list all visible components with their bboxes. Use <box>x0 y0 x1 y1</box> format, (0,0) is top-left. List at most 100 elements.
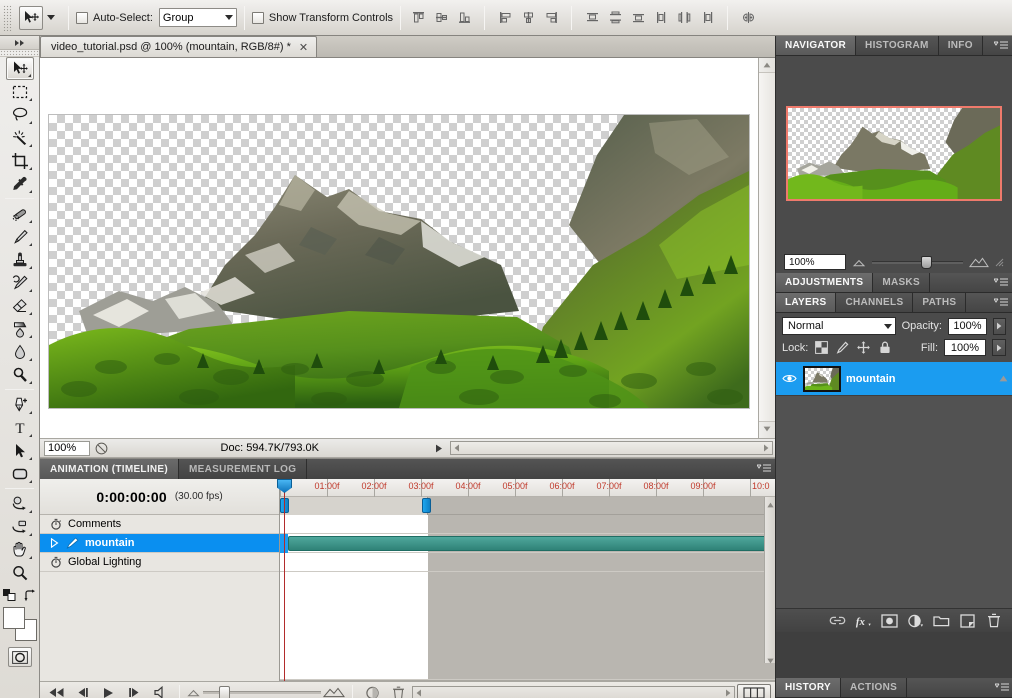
lock-transparent-pixels-icon[interactable] <box>814 340 829 355</box>
playhead[interactable] <box>277 479 292 681</box>
history-brush-flyout-corner[interactable] <box>28 289 32 292</box>
show-transform-controls-checkbox[interactable] <box>251 11 264 24</box>
canvas-viewport[interactable] <box>40 58 775 438</box>
tab-history[interactable]: HISTORY <box>776 678 841 697</box>
eyedropper-tool[interactable] <box>6 172 34 195</box>
speed-slider-knob[interactable] <box>219 685 230 698</box>
blend-mode-chevron-down-icon[interactable] <box>883 323 892 329</box>
timeline-lane-global-lighting[interactable] <box>280 553 775 572</box>
track-row-global-lighting[interactable]: Global Lighting <box>40 553 279 572</box>
gradient-flyout-corner[interactable] <box>28 335 32 338</box>
expand-triangle-icon[interactable] <box>50 538 59 548</box>
layer-duration-bar[interactable] <box>288 536 774 551</box>
dodge-tool[interactable] <box>6 363 34 386</box>
timeline-lane-comments[interactable] <box>280 515 775 534</box>
layer-item-mountain[interactable]: mountain <box>776 362 1012 396</box>
move-tool-icon[interactable] <box>19 5 43 30</box>
3d-object-rotate-tool[interactable] <box>6 492 34 515</box>
quick-mask-mode-button[interactable] <box>7 647 32 667</box>
align-horizontal-centers-button[interactable] <box>518 8 538 28</box>
timeline-scroll-up-icon[interactable] <box>766 499 774 508</box>
timeline-lane-mountain[interactable] <box>280 534 775 553</box>
zoom-level-field[interactable]: 100% <box>44 440 90 456</box>
resize-grip-icon[interactable] <box>995 258 1004 267</box>
align-vertical-centers-button[interactable] <box>431 8 451 28</box>
navigator-zoom-slider[interactable] <box>872 255 963 269</box>
lasso-tool[interactable] <box>6 103 34 126</box>
document-horizontal-scrollbar[interactable] <box>449 441 773 455</box>
timeline-empty-area[interactable] <box>280 572 775 680</box>
audio-playback-button[interactable] <box>148 684 172 698</box>
layer-list-scroll-up-icon[interactable] <box>999 375 1008 382</box>
scroll-up-button[interactable] <box>759 58 775 72</box>
crop-flyout-corner[interactable] <box>28 167 32 170</box>
tab-actions[interactable]: ACTIONS <box>841 678 908 697</box>
magic-wand-tool[interactable] <box>6 126 34 149</box>
auto-align-layers-button[interactable] <box>738 8 758 28</box>
distribute-vertical-centers-button[interactable] <box>605 8 625 28</box>
3d-camera-flyout-corner[interactable] <box>28 533 32 536</box>
tab-masks[interactable]: MASKS <box>873 273 930 292</box>
magic-wand-flyout-corner[interactable] <box>28 144 32 147</box>
hand-tool[interactable] <box>6 538 34 561</box>
options-bar-grip[interactable] <box>3 4 12 31</box>
default-colors-icon[interactable] <box>2 588 19 603</box>
toolbox-grip-dots[interactable] <box>0 50 39 57</box>
distribute-right-edges-button[interactable] <box>697 8 717 28</box>
select-previous-frame-button[interactable] <box>70 684 94 698</box>
canvas-vertical-scrollbar[interactable] <box>758 58 775 438</box>
move-tool[interactable] <box>5 57 34 80</box>
layer-list[interactable]: mountain <box>776 362 1012 608</box>
playback-speed-slider[interactable] <box>203 685 321 698</box>
distribute-top-edges-button[interactable] <box>582 8 602 28</box>
navigator-thumbnail[interactable] <box>786 106 1002 201</box>
select-next-frame-button[interactable] <box>122 684 146 698</box>
brush-flyout-corner[interactable] <box>28 243 32 246</box>
lock-image-pixels-icon[interactable] <box>835 340 850 355</box>
work-area-end-handle[interactable] <box>422 498 431 513</box>
eraser-flyout-corner[interactable] <box>28 312 32 315</box>
navigator-preview[interactable] <box>776 56 1012 251</box>
marquee-flyout-corner[interactable] <box>28 98 32 101</box>
go-to-first-frame-button[interactable] <box>44 684 68 698</box>
new-group-button[interactable] <box>933 612 950 629</box>
track-row-mountain[interactable]: mountain <box>40 534 279 553</box>
new-layer-button[interactable] <box>959 612 976 629</box>
scroll-thumb[interactable] <box>759 72 775 422</box>
swap-colors-icon[interactable] <box>23 589 37 603</box>
eraser-tool[interactable] <box>6 294 34 317</box>
timeline-scroll-down-icon[interactable] <box>767 655 774 664</box>
align-right-edges-button[interactable] <box>541 8 561 28</box>
tab-layers[interactable]: LAYERS <box>776 293 837 312</box>
crop-tool[interactable] <box>6 149 34 172</box>
fill-stepper[interactable] <box>992 339 1006 356</box>
dodge-flyout-corner[interactable] <box>28 381 32 384</box>
tab-histogram[interactable]: HISTOGRAM <box>856 36 939 55</box>
tab-adjustments[interactable]: ADJUSTMENTS <box>776 273 874 292</box>
3d-camera-rotate-tool[interactable] <box>6 515 34 538</box>
toolbox-collapse-button[interactable] <box>0 36 39 50</box>
delete-layer-button[interactable] <box>985 612 1002 629</box>
distribute-bottom-edges-button[interactable] <box>628 8 648 28</box>
animation-panel-menu-icon[interactable] <box>753 459 775 479</box>
layer-thumbnail[interactable] <box>803 365 841 392</box>
path-selection-tool[interactable] <box>6 439 34 462</box>
foreground-color-swatch[interactable] <box>2 607 25 629</box>
status-menu-arrow-icon[interactable] <box>428 444 450 453</box>
zoom-out-icon[interactable] <box>852 258 866 267</box>
align-top-edges-button[interactable] <box>408 8 428 28</box>
lock-position-icon[interactable] <box>856 340 871 355</box>
shape-flyout-corner[interactable] <box>28 480 32 483</box>
auto-select-chevron-down-icon[interactable] <box>224 15 233 20</box>
pen-flyout-corner[interactable] <box>28 411 32 414</box>
auto-select-dropdown[interactable]: Group <box>158 8 237 27</box>
blur-tool[interactable] <box>6 340 34 363</box>
work-area-bar[interactable] <box>280 497 428 515</box>
rounded-rectangle-tool[interactable] <box>6 462 34 485</box>
align-left-edges-button[interactable] <box>495 8 515 28</box>
move-tool-flyout-corner[interactable] <box>27 74 31 77</box>
navigator-slider-knob[interactable] <box>921 255 933 269</box>
canvas-artwork[interactable] <box>48 114 750 409</box>
adjustments-panel-menu-icon[interactable] <box>990 273 1012 292</box>
timeline-ruler[interactable]: 01:00f 02:00f 03:00f 04:00f 05:00f 06:00… <box>280 479 775 497</box>
